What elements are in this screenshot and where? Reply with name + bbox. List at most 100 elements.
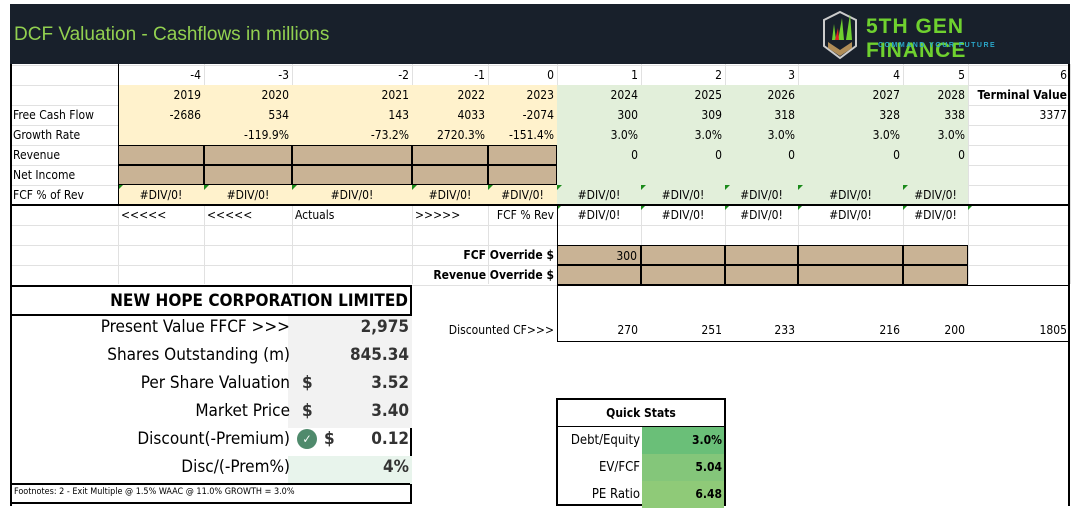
summary-value[interactable]: 845.34 — [350, 341, 409, 369]
fcf-override-input[interactable] — [725, 245, 798, 265]
value-cell[interactable]: Actuals — [292, 205, 412, 225]
quick-stat-value[interactable]: 5.04 — [642, 454, 724, 481]
revenue-override-input[interactable] — [798, 265, 903, 285]
value-cell[interactable]: 534 — [204, 105, 292, 125]
value-cell[interactable] — [412, 145, 488, 165]
value-cell[interactable]: 3.0% — [641, 125, 725, 145]
value-cell[interactable] — [204, 145, 292, 165]
value-cell[interactable]: 3.0% — [798, 125, 903, 145]
summary-value[interactable]: 3.52 — [371, 369, 409, 397]
row-label[interactable]: Net Income — [10, 165, 118, 185]
period-cell[interactable]: -2 — [292, 65, 412, 85]
period-cell[interactable]: 6 — [968, 65, 1070, 85]
value-cell[interactable] — [292, 145, 412, 165]
revenue-override-label[interactable]: Revenue Override $ — [292, 265, 557, 285]
value-cell[interactable]: #DIV/0! — [725, 185, 798, 205]
value-cell[interactable] — [412, 165, 488, 185]
value-cell[interactable]: >>>>> — [412, 205, 488, 225]
value-cell[interactable] — [292, 165, 412, 185]
fcf-override-label[interactable]: FCF Override $ — [292, 245, 557, 265]
value-cell[interactable] — [725, 165, 798, 185]
period-cell[interactable]: 2 — [641, 65, 725, 85]
fcf-override-input[interactable] — [641, 245, 725, 265]
value-cell[interactable]: <<<<< — [204, 205, 292, 225]
value-cell[interactable]: #DIV/0! — [292, 185, 412, 205]
value-cell[interactable]: #DIV/0! — [488, 185, 557, 205]
period-cell[interactable]: 0 — [488, 65, 557, 85]
value-cell[interactable]: 318 — [725, 105, 798, 125]
value-cell[interactable]: 0 — [557, 145, 641, 165]
value-cell[interactable]: 3.0% — [903, 125, 968, 145]
year-cell[interactable]: 2020 — [204, 85, 292, 105]
value-cell[interactable]: <<<<< — [118, 205, 204, 225]
discounted-cf-cell[interactable]: 216 — [798, 320, 903, 340]
discounted-cf-cell[interactable]: 200 — [903, 320, 968, 340]
value-cell[interactable] — [968, 185, 1070, 205]
value-cell[interactable]: 3.0% — [725, 125, 798, 145]
value-cell[interactable]: 0 — [798, 145, 903, 165]
year-cell[interactable]: 2019 — [118, 85, 204, 105]
value-cell[interactable]: 3.0% — [557, 125, 641, 145]
summary-value[interactable]: 4% — [383, 453, 409, 481]
value-cell[interactable]: 0 — [725, 145, 798, 165]
quick-stat-value[interactable]: 3.0% — [642, 427, 724, 454]
value-cell[interactable]: #DIV/0! — [641, 185, 725, 205]
value-cell[interactable]: 2720.3% — [412, 125, 488, 145]
fcf-override-input[interactable] — [903, 245, 968, 265]
value-cell[interactable] — [968, 165, 1070, 185]
value-cell[interactable]: 338 — [903, 105, 968, 125]
fcf-override-input[interactable]: 300 — [557, 245, 641, 265]
row-label[interactable]: FCF % of Rev — [10, 185, 118, 205]
summary-value[interactable]: 2,975 — [361, 313, 409, 341]
revenue-override-input[interactable] — [725, 265, 798, 285]
value-cell[interactable]: -119.9% — [204, 125, 292, 145]
year-cell[interactable]: 2022 — [412, 85, 488, 105]
summary-value[interactable]: 3.40 — [371, 397, 409, 425]
value-cell[interactable]: #DIV/0! — [725, 205, 798, 225]
period-cell[interactable]: -1 — [412, 65, 488, 85]
revenue-override-input[interactable] — [557, 265, 641, 285]
period-cell[interactable]: -4 — [118, 65, 204, 85]
value-cell[interactable]: -2686 — [118, 105, 204, 125]
year-cell[interactable]: 2025 — [641, 85, 725, 105]
value-cell[interactable]: 3377 — [968, 105, 1070, 125]
value-cell[interactable]: #DIV/0! — [798, 185, 903, 205]
value-cell[interactable]: #DIV/0! — [557, 205, 641, 225]
value-cell[interactable]: FCF % Rev — [488, 205, 557, 225]
value-cell[interactable]: #DIV/0! — [903, 185, 968, 205]
value-cell[interactable]: -2074 — [488, 105, 557, 125]
fcf-override-input[interactable] — [798, 245, 903, 265]
value-cell[interactable]: #DIV/0! — [412, 185, 488, 205]
value-cell[interactable] — [641, 165, 725, 185]
value-cell[interactable]: 143 — [292, 105, 412, 125]
year-cell[interactable]: 2023 — [488, 85, 557, 105]
quick-stat-value[interactable]: 6.48 — [642, 481, 724, 508]
value-cell[interactable] — [968, 205, 1070, 225]
discounted-cf-cell[interactable]: 1805 — [968, 320, 1070, 340]
value-cell[interactable] — [118, 145, 204, 165]
discounted-cf-cell[interactable]: 233 — [725, 320, 798, 340]
period-cell[interactable]: 3 — [725, 65, 798, 85]
value-cell[interactable]: #DIV/0! — [798, 205, 903, 225]
value-cell[interactable]: #DIV/0! — [118, 185, 204, 205]
value-cell[interactable] — [968, 125, 1070, 145]
value-cell[interactable]: 300 — [557, 105, 641, 125]
revenue-override-input[interactable] — [903, 265, 968, 285]
row-label[interactable]: Revenue — [10, 145, 118, 165]
value-cell[interactable] — [118, 165, 204, 185]
value-cell[interactable] — [903, 165, 968, 185]
period-cell[interactable]: 4 — [798, 65, 903, 85]
year-cell[interactable]: 2026 — [725, 85, 798, 105]
value-cell[interactable]: -151.4% — [488, 125, 557, 145]
year-cell[interactable]: 2024 — [557, 85, 641, 105]
year-cell[interactable]: Terminal Value — [968, 85, 1070, 105]
period-cell[interactable]: 1 — [557, 65, 641, 85]
period-cell[interactable]: 5 — [903, 65, 968, 85]
value-cell[interactable]: #DIV/0! — [641, 205, 725, 225]
year-cell[interactable]: 2028 — [903, 85, 968, 105]
revenue-override-input[interactable] — [641, 265, 725, 285]
value-cell[interactable] — [118, 125, 204, 145]
year-cell[interactable]: 2027 — [798, 85, 903, 105]
value-cell[interactable]: 328 — [798, 105, 903, 125]
value-cell[interactable]: #DIV/0! — [903, 205, 968, 225]
